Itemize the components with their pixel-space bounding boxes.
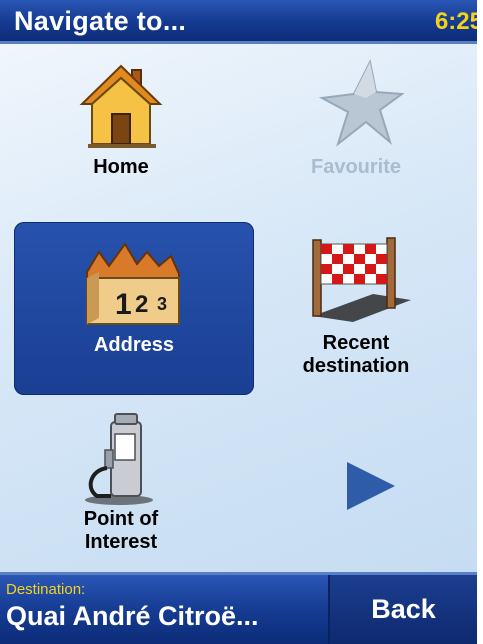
poi-label-line1: Point of bbox=[83, 508, 159, 530]
point-of-interest-button[interactable]: Point of Interest bbox=[3, 408, 239, 564]
svg-text:3: 3 bbox=[157, 294, 167, 314]
svg-text:1: 1 bbox=[115, 288, 132, 321]
address-blocks-icon: 1 2 3 bbox=[86, 242, 180, 325]
address-label: Address bbox=[93, 334, 175, 356]
recent-destination-label-line2: destination bbox=[302, 355, 410, 377]
page-title: Navigate to... bbox=[14, 6, 187, 36]
recent-destination-button[interactable]: Recent destination bbox=[238, 226, 474, 396]
next-page-button[interactable] bbox=[238, 408, 474, 564]
destination-bar: Destination: Quai André Citroë... Back bbox=[0, 572, 477, 644]
navigate-screen: Navigate to... 6:25 Home Favourite 1 2 3 bbox=[0, 0, 477, 644]
back-button[interactable]: Back bbox=[328, 575, 477, 644]
recent-destination-label-line1: Recent bbox=[322, 332, 390, 354]
poi-label-line2: Interest bbox=[84, 531, 158, 553]
checkered-flag-icon bbox=[312, 237, 411, 322]
home-label: Home bbox=[93, 156, 149, 178]
favourite-label: Favourite bbox=[310, 156, 402, 178]
house-icon bbox=[79, 64, 163, 148]
address-button[interactable]: 1 2 3 Address bbox=[14, 222, 254, 395]
star-icon bbox=[318, 58, 404, 147]
fuel-pump-icon bbox=[85, 413, 153, 505]
next-arrow-icon bbox=[347, 462, 395, 510]
home-button[interactable]: Home bbox=[3, 56, 239, 206]
favourite-button[interactable]: Favourite bbox=[238, 56, 474, 206]
destination-caption: Destination: bbox=[6, 581, 86, 598]
clock: 6:25 bbox=[434, 8, 477, 35]
destination-value: Quai André Citroë... bbox=[6, 601, 259, 631]
screen-border bbox=[477, 0, 483, 644]
svg-text:2: 2 bbox=[135, 291, 148, 318]
title-bar: Navigate to... 6:25 bbox=[0, 0, 477, 44]
